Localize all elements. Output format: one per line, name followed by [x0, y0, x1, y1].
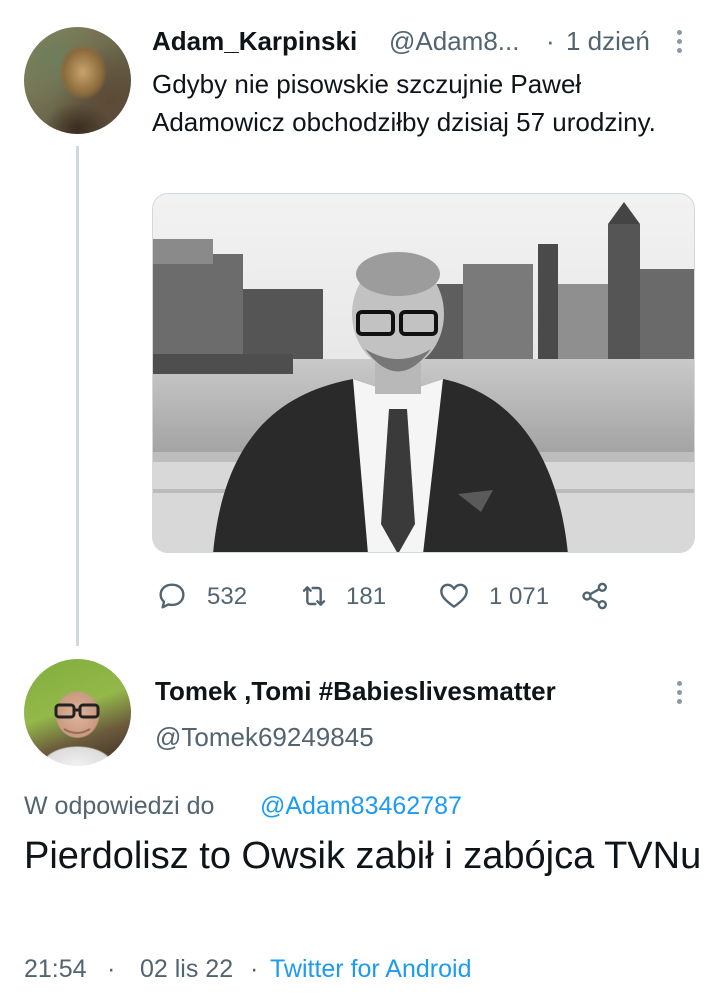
- photo-image: [153, 194, 694, 552]
- thread-line: [76, 146, 79, 646]
- separator-dot: ·: [250, 955, 259, 983]
- reply-author-avatar[interactable]: [24, 659, 131, 766]
- reply-author-name[interactable]: Tomek ,Tomi #Babieslivesmatter: [155, 676, 556, 707]
- reply-count: 532: [207, 583, 248, 610]
- retweet-icon[interactable]: [298, 580, 330, 612]
- separator-dot: ·: [546, 26, 555, 56]
- avatar-image: [54, 703, 100, 734]
- reply-author-handle[interactable]: @Tomek69249845: [155, 722, 374, 753]
- author-avatar[interactable]: [24, 27, 131, 134]
- author-handle[interactable]: @Adam8...: [389, 26, 519, 57]
- reply-text: Pierdolisz to Owsik zabił i zabójca TVNu: [24, 835, 702, 877]
- more-options-icon[interactable]: [677, 30, 683, 57]
- reply-to-link[interactable]: @Adam83462787: [260, 792, 462, 821]
- heart-icon[interactable]: [438, 580, 470, 612]
- like-count: 1 071: [489, 583, 550, 610]
- reply-context-label: W odpowiedzi do: [24, 792, 215, 820]
- share-icon[interactable]: [579, 580, 611, 612]
- more-options-icon[interactable]: [677, 681, 683, 708]
- reply-source-link[interactable]: Twitter for Android: [270, 955, 471, 984]
- reply-date[interactable]: 02 lis 22: [140, 955, 233, 984]
- reply-icon[interactable]: [156, 580, 188, 612]
- separator-dot: ·: [107, 955, 116, 983]
- tweet-photo[interactable]: [152, 193, 695, 553]
- retweet-count: 181: [346, 583, 387, 610]
- tweet-timestamp[interactable]: 1 dzień: [566, 26, 650, 57]
- tweet-text: Gdyby nie pisowskie szczujnie Paweł Adam…: [152, 69, 656, 137]
- reply-time[interactable]: 21:54: [24, 955, 87, 984]
- author-name[interactable]: Adam_Karpinski: [152, 26, 357, 57]
